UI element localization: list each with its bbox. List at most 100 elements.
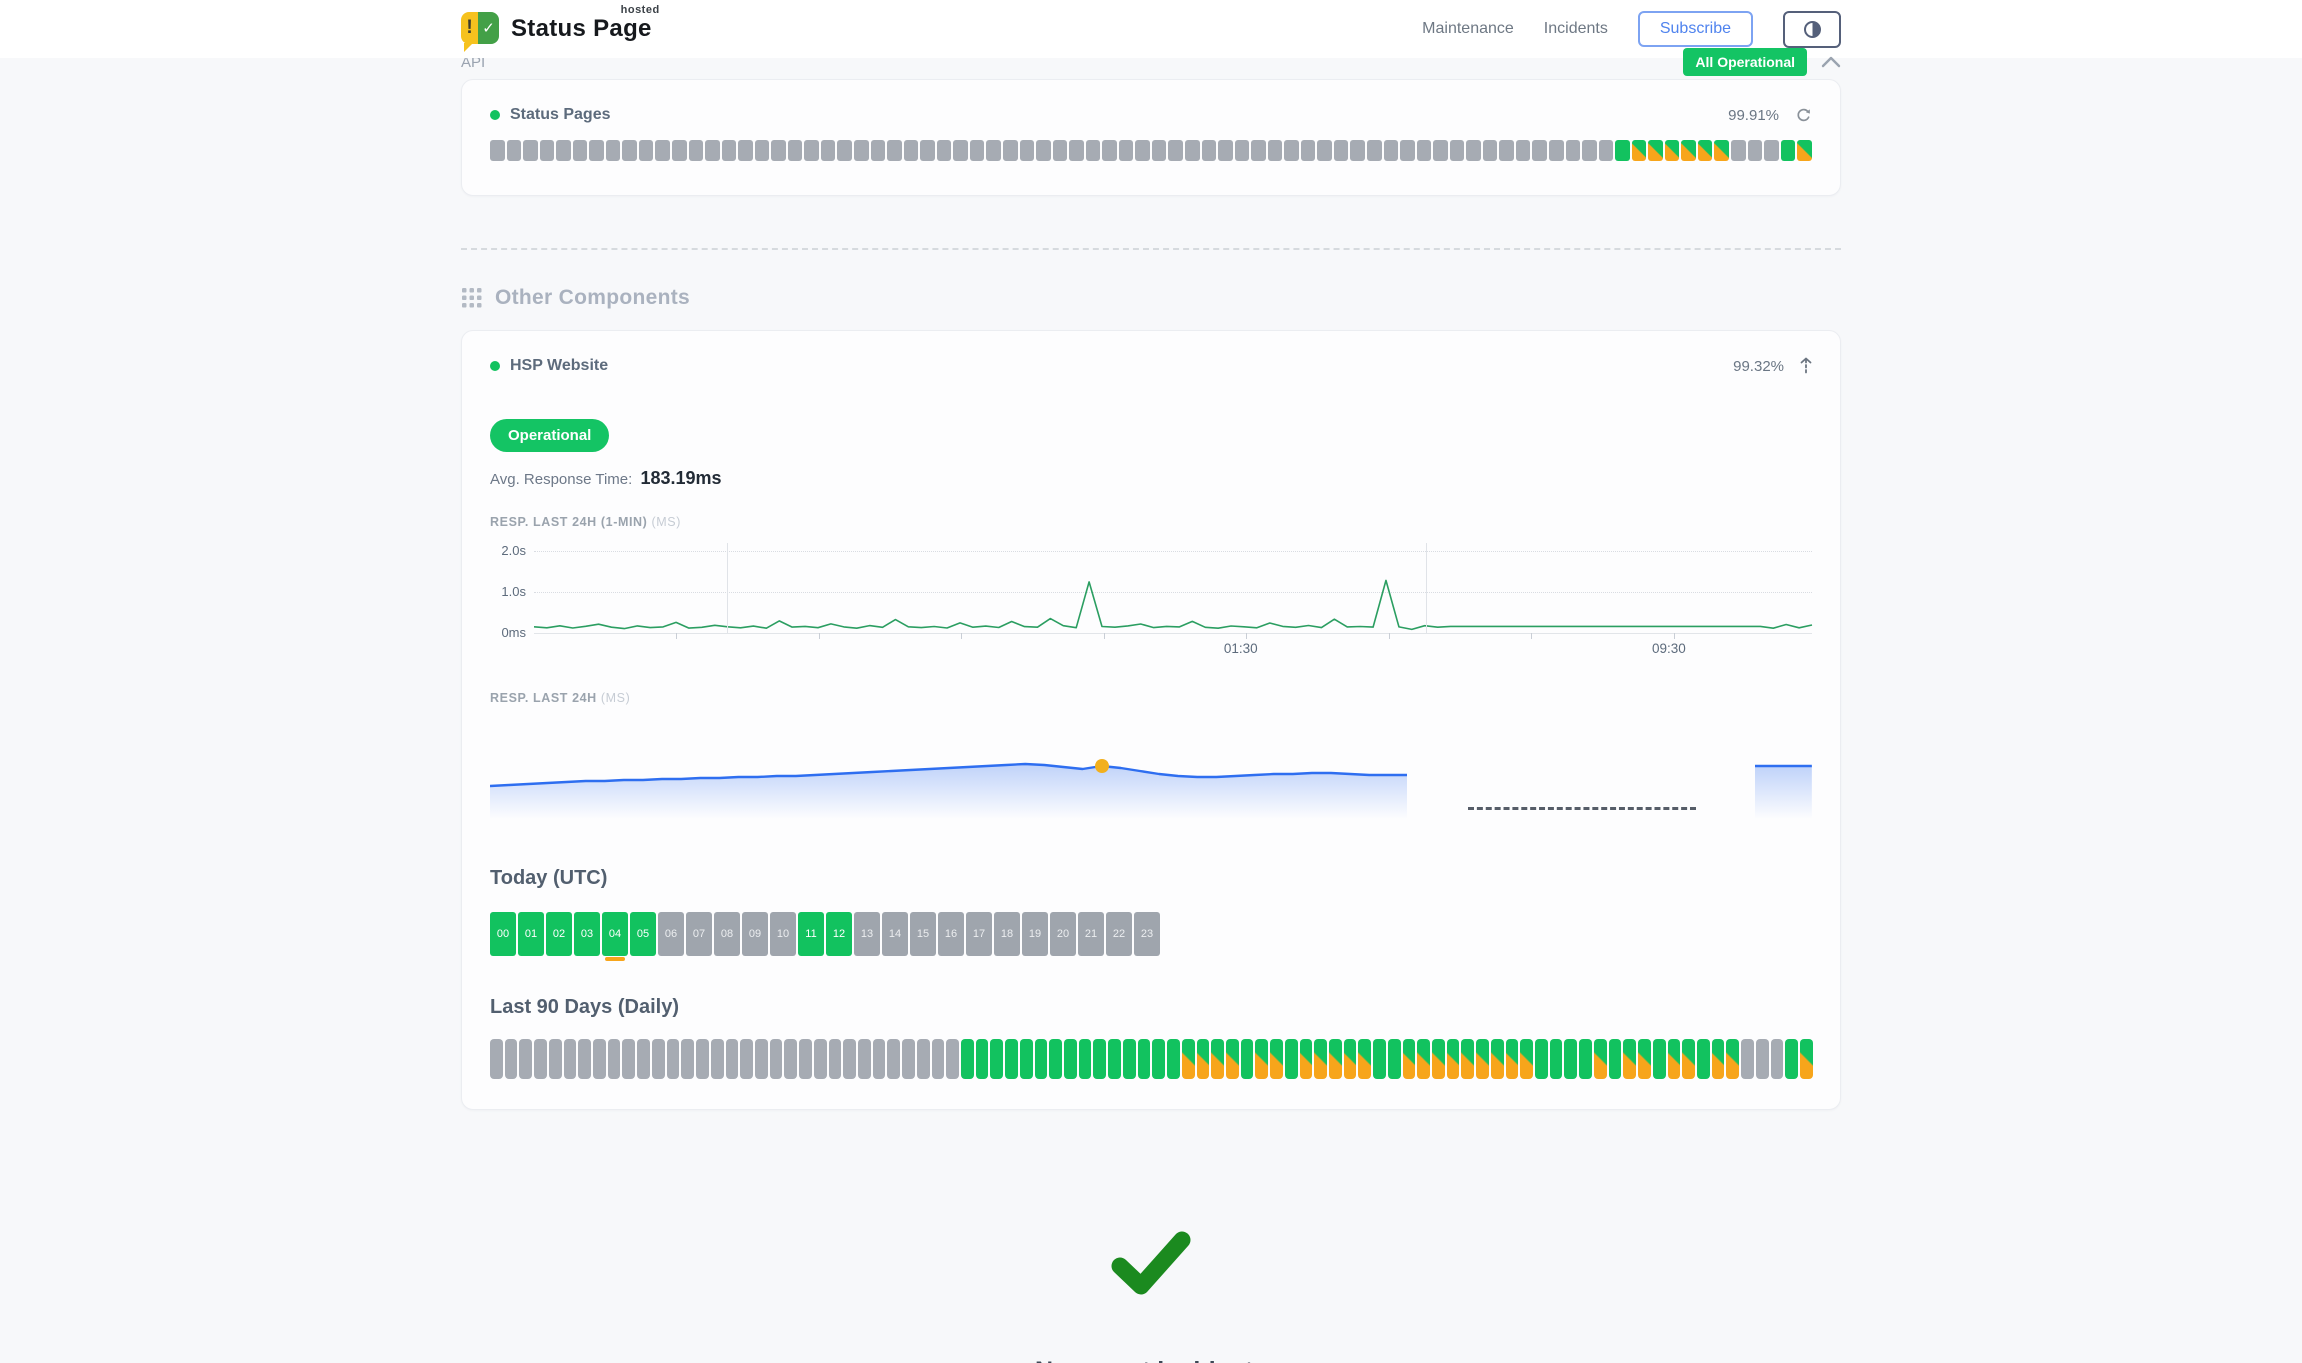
hour-block-11[interactable]: 11 xyxy=(798,912,824,956)
uptime-bar-gray[interactable] xyxy=(843,1039,856,1079)
uptime-bar-gray[interactable] xyxy=(1301,140,1316,161)
nav-incidents[interactable]: Incidents xyxy=(1544,20,1608,38)
uptime-bar-gray[interactable] xyxy=(854,140,869,161)
uptime-bar-green[interactable] xyxy=(1653,1039,1666,1079)
uptime-bar-gray[interactable] xyxy=(821,140,836,161)
uptime-bar-green[interactable] xyxy=(1615,140,1630,161)
uptime-bar-gray[interactable] xyxy=(788,140,803,161)
uptime-bar-gray[interactable] xyxy=(1731,140,1746,161)
uptime-bar-gray[interactable] xyxy=(1433,140,1448,161)
uptime-bar-gray[interactable] xyxy=(1036,140,1051,161)
hour-block-21[interactable]: 21 xyxy=(1078,912,1104,956)
uptime-bar-mixed[interactable] xyxy=(1800,1039,1813,1079)
hour-block-13[interactable]: 13 xyxy=(854,912,880,956)
uptime-bar-mixed[interactable] xyxy=(1698,140,1713,161)
hour-block-12[interactable]: 12 xyxy=(826,912,852,956)
uptime-bar-gray[interactable] xyxy=(770,1039,783,1079)
uptime-bar-mixed[interactable] xyxy=(1314,1039,1327,1079)
uptime-bar-mixed[interactable] xyxy=(1665,140,1680,161)
uptime-bar-gray[interactable] xyxy=(755,1039,768,1079)
uptime-bar-gray[interactable] xyxy=(970,140,985,161)
hour-block-04[interactable]: 04 xyxy=(602,912,628,956)
uptime-bar-gray[interactable] xyxy=(1185,140,1200,161)
uptime-bar-gray[interactable] xyxy=(1152,140,1167,161)
uptime-bar-gray[interactable] xyxy=(1499,140,1514,161)
uptime-bar-mixed[interactable] xyxy=(1403,1039,1416,1079)
uptime-bar-gray[interactable] xyxy=(490,140,505,161)
uptime-bar-gray[interactable] xyxy=(804,140,819,161)
uptime-bar-gray[interactable] xyxy=(1284,140,1299,161)
uptime-bar-gray[interactable] xyxy=(1003,140,1018,161)
uptime-bar-gray[interactable] xyxy=(986,140,1001,161)
uptime-bar-gray[interactable] xyxy=(1135,140,1150,161)
chevron-up-icon[interactable] xyxy=(1821,56,1841,68)
chart1-plot-area[interactable]: 01:3009:30 xyxy=(534,543,1812,665)
uptime-bar-gray[interactable] xyxy=(523,140,538,161)
uptime-bar-gray[interactable] xyxy=(1202,140,1217,161)
uptime-bar-gray[interactable] xyxy=(681,1039,694,1079)
uptime-bar-gray[interactable] xyxy=(1053,140,1068,161)
uptime-bar-gray[interactable] xyxy=(1069,140,1084,161)
uptime-bar-gray[interactable] xyxy=(549,1039,562,1079)
uptime-bar-gray[interactable] xyxy=(784,1039,797,1079)
component-name[interactable]: Status Pages xyxy=(510,106,610,124)
hour-block-18[interactable]: 18 xyxy=(994,912,1020,956)
uptime-bar-green[interactable] xyxy=(1005,1039,1018,1079)
uptime-bar-gray[interactable] xyxy=(1020,140,1035,161)
uptime-bar-green[interactable] xyxy=(990,1039,1003,1079)
uptime-bar-mixed[interactable] xyxy=(1329,1039,1342,1079)
uptime-bar-mixed[interactable] xyxy=(1594,1039,1607,1079)
theme-toggle-button[interactable] xyxy=(1783,11,1841,48)
uptime-bar-gray[interactable] xyxy=(655,140,670,161)
uptime-bar-mixed[interactable] xyxy=(1476,1039,1489,1079)
uptime-bar-gray[interactable] xyxy=(1102,140,1117,161)
uptime-bar-green[interactable] xyxy=(1285,1039,1298,1079)
uptime-bar-green[interactable] xyxy=(976,1039,989,1079)
uptime-bar-gray[interactable] xyxy=(490,1039,503,1079)
uptime-bar-mixed[interactable] xyxy=(1358,1039,1371,1079)
uptime-bar-mixed[interactable] xyxy=(1270,1039,1283,1079)
uptime-bar-gray[interactable] xyxy=(917,1039,930,1079)
uptime-bar-gray[interactable] xyxy=(1764,140,1779,161)
uptime-bar-gray[interactable] xyxy=(1756,1039,1769,1079)
hour-block-08[interactable]: 08 xyxy=(714,912,740,956)
uptime-bar-green[interactable] xyxy=(1535,1039,1548,1079)
uptime-bar-gray[interactable] xyxy=(622,1039,635,1079)
uptime-bar-green[interactable] xyxy=(1609,1039,1622,1079)
uptime-bar-mixed[interactable] xyxy=(1520,1039,1533,1079)
uptime-bar-green[interactable] xyxy=(1785,1039,1798,1079)
uptime-bar-mixed[interactable] xyxy=(1506,1039,1519,1079)
uptime-bar-gray[interactable] xyxy=(1086,140,1101,161)
uptime-bar-green[interactable] xyxy=(1123,1039,1136,1079)
uptime-bar-mixed[interactable] xyxy=(1211,1039,1224,1079)
uptime-bar-gray[interactable] xyxy=(829,1039,842,1079)
hour-block-23[interactable]: 23 xyxy=(1134,912,1160,956)
hour-block-09[interactable]: 09 xyxy=(742,912,768,956)
uptime-bar-gray[interactable] xyxy=(887,140,902,161)
uptime-bar-green[interactable] xyxy=(1241,1039,1254,1079)
uptime-bar-gray[interactable] xyxy=(1582,140,1597,161)
subscribe-button[interactable]: Subscribe xyxy=(1638,11,1753,47)
uptime-bar-green[interactable] xyxy=(1093,1039,1106,1079)
hour-block-16[interactable]: 16 xyxy=(938,912,964,956)
uptime-bar-mixed[interactable] xyxy=(1632,140,1647,161)
uptime-bar-mixed[interactable] xyxy=(1255,1039,1268,1079)
uptime-bar-gray[interactable] xyxy=(711,1039,724,1079)
uptime-bar-green[interactable] xyxy=(1388,1039,1401,1079)
uptime-bar-green[interactable] xyxy=(1108,1039,1121,1079)
uptime-bar-gray[interactable] xyxy=(556,140,571,161)
uptime-bar-gray[interactable] xyxy=(606,140,621,161)
uptime-bar-gray[interactable] xyxy=(738,140,753,161)
uptime-bar-gray[interactable] xyxy=(1268,140,1283,161)
uptime-bar-gray[interactable] xyxy=(740,1039,753,1079)
uptime-bar-gray[interactable] xyxy=(937,140,952,161)
hour-block-03[interactable]: 03 xyxy=(574,912,600,956)
uptime-bar-gray[interactable] xyxy=(1771,1039,1784,1079)
uptime-bar-green[interactable] xyxy=(1079,1039,1092,1079)
uptime-bar-mixed[interactable] xyxy=(1461,1039,1474,1079)
uptime-bar-gray[interactable] xyxy=(755,140,770,161)
uptime-bar-gray[interactable] xyxy=(519,1039,532,1079)
uptime-bar-gray[interactable] xyxy=(652,1039,665,1079)
uptime-bar-gray[interactable] xyxy=(622,140,637,161)
uptime-bar-gray[interactable] xyxy=(1350,140,1365,161)
